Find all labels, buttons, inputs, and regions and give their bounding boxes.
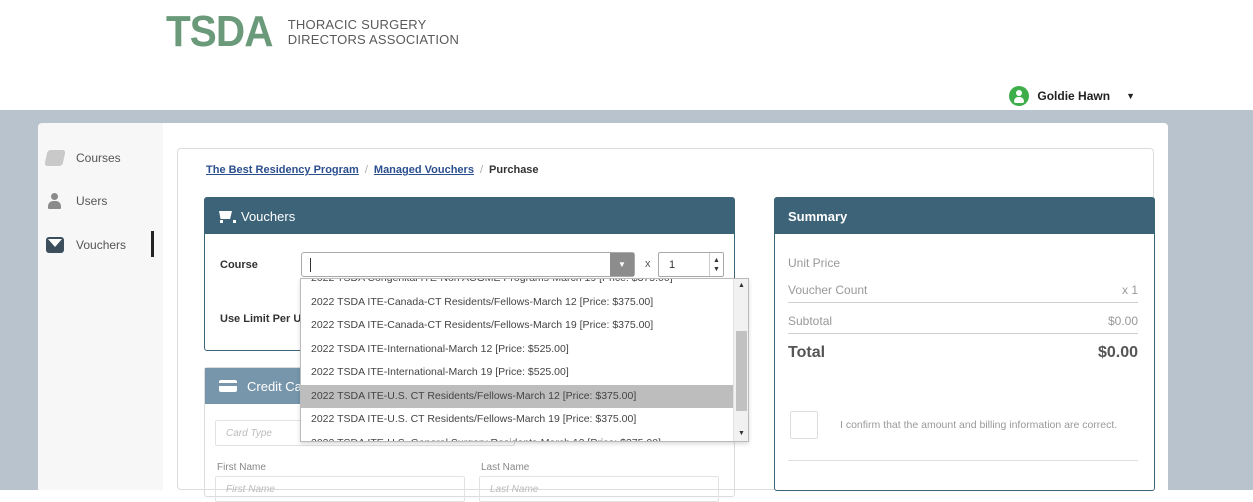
spin-up-icon[interactable]: ▲ [713, 256, 720, 265]
total-value: $0.00 [1097, 344, 1138, 361]
voucher-count-row: Voucher Count x 1 [788, 283, 1138, 303]
total-row: Total $0.00 [788, 344, 1138, 362]
course-option[interactable]: 2022 TSDA ITE-U.S. CT Residents/Fellows-… [301, 408, 734, 432]
course-option[interactable]: 2022 TSDA Congenital ITE-Non ACGME Progr… [301, 279, 734, 291]
course-option[interactable]: 2022 TSDA ITE-Canada-CT Residents/Fellow… [301, 314, 734, 338]
tsda-logo: TSDA THORACIC SURGERY DIRECTORS ASSOCIAT… [166, 10, 459, 54]
course-option[interactable]: 2022 TSDA ITE-International-March 19 [Pr… [301, 361, 734, 385]
course-option[interactable]: 2022 TSDA ITE-U.S. General Surgery Resid… [301, 432, 734, 442]
scrollbar-thumb[interactable] [736, 331, 747, 411]
scroll-down-icon[interactable]: ▼ [734, 427, 748, 441]
credit-card-icon [219, 380, 237, 392]
voucher-count-label: Voucher Count [788, 283, 868, 297]
unit-price-label: Unit Price [788, 256, 841, 270]
summary-panel-header: Summary [775, 198, 1154, 234]
logo-line-1: THORACIC SURGERY [287, 17, 427, 32]
course-label: Course [220, 259, 258, 271]
quantity-stepper[interactable]: 1 ▲ ▼ [658, 252, 724, 277]
total-label: Total [788, 344, 826, 361]
breadcrumb-link-managed-vouchers[interactable]: Managed Vouchers [374, 164, 474, 176]
first-name-field[interactable]: First Name [215, 476, 465, 502]
vouchers-panel-title: Vouchers [241, 208, 296, 224]
course-option[interactable]: 2022 TSDA ITE-Canada-CT Residents/Fellow… [301, 291, 734, 315]
confirm-checkbox[interactable] [790, 411, 818, 439]
user-name: Goldie Hawn [1037, 89, 1111, 103]
spin-down-icon[interactable]: ▼ [713, 265, 720, 274]
summary-divider [788, 460, 1138, 461]
summary-panel: Summary Unit Price Voucher Count x 1 Sub… [774, 197, 1155, 491]
cart-icon [217, 209, 236, 223]
subtotal-value: $0.00 [1107, 314, 1138, 328]
course-option[interactable]: 2022 TSDA ITE-International-March 12 [Pr… [301, 338, 734, 362]
scroll-up-icon[interactable]: ▲ [734, 279, 748, 293]
sidebar-item-users[interactable]: Users [46, 190, 158, 212]
credit-card-panel-title: Credit Car [247, 378, 307, 394]
dropdown-scrollbar[interactable]: ▲ ▼ [733, 279, 748, 441]
logo-mark: TSDA [166, 7, 273, 56]
logo-line-2: DIRECTORS ASSOCIATION [287, 32, 460, 47]
chevron-down-icon: ▼ [1126, 91, 1135, 101]
last-name-label: Last Name [481, 462, 530, 473]
breadcrumb-separator: / [364, 164, 368, 176]
sidebar-item-label: Vouchers [76, 238, 127, 252]
chevron-down-icon[interactable]: ▼ [610, 253, 634, 276]
subtotal-label: Subtotal [788, 314, 833, 328]
vouchers-icon [46, 237, 64, 253]
quantity-value[interactable]: 1 [659, 259, 709, 271]
text-cursor [310, 258, 311, 272]
breadcrumb-link-program[interactable]: The Best Residency Program [206, 164, 359, 176]
summary-panel-title: Summary [788, 208, 848, 224]
confirm-text: I confirm that the amount and billing in… [840, 419, 1118, 431]
use-limit-label: Use Limit Per Us [220, 313, 308, 325]
first-name-label: First Name [217, 462, 266, 473]
voucher-count-value: x 1 [1121, 283, 1138, 297]
courses-icon [44, 150, 66, 166]
sidebar-item-vouchers[interactable]: Vouchers [46, 231, 158, 257]
course-options: 2022 TSDA Congenital ITE-Non ACGME Progr… [301, 279, 734, 442]
sidebar-item-label: Courses [76, 151, 121, 165]
users-icon [46, 193, 64, 209]
sidebar-item-label: Users [76, 194, 108, 208]
breadcrumb-separator: / [479, 164, 484, 176]
course-select[interactable]: ▼ [301, 252, 635, 277]
sidebar-item-courses[interactable]: Courses [44, 147, 158, 169]
course-option[interactable]: 2022 TSDA ITE-U.S. CT Residents/Fellows-… [301, 384, 734, 408]
user-avatar-icon [1009, 86, 1030, 106]
breadcrumb: The Best Residency Program / Managed Vou… [206, 164, 539, 176]
breadcrumb-current: Purchase [489, 164, 539, 176]
last-name-field[interactable]: Last Name [479, 476, 719, 502]
quantity-spinner[interactable]: ▲ ▼ [709, 253, 723, 276]
subtotal-row: Subtotal $0.00 [788, 314, 1138, 334]
unit-price-row: Unit Price [788, 256, 1138, 270]
active-indicator [151, 231, 154, 257]
quantity-times: x [645, 258, 651, 270]
user-menu[interactable]: Goldie Hawn ▼ [1009, 86, 1135, 106]
sidebar: Courses Users Vouchers [38, 123, 163, 490]
logo-text: THORACIC SURGERY DIRECTORS ASSOCIATION [288, 17, 459, 47]
course-dropdown-list[interactable]: 2022 TSDA Congenital ITE-Non ACGME Progr… [300, 278, 749, 442]
vouchers-panel-header: Vouchers [205, 198, 734, 234]
